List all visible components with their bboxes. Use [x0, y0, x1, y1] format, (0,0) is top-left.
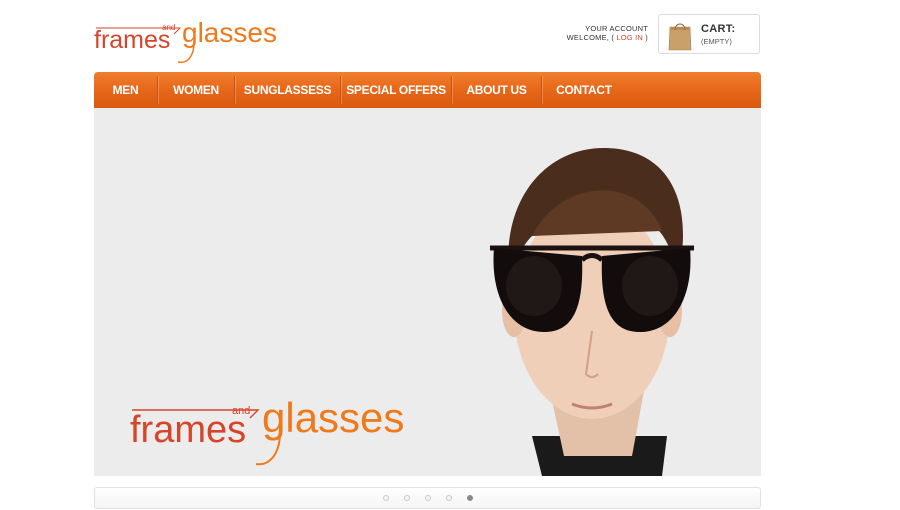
- slide-dot-2[interactable]: [404, 495, 410, 501]
- welcome-text: WELCOME, (: [566, 33, 615, 42]
- welcome-close: ): [645, 33, 648, 42]
- cart-title: CART:: [701, 23, 736, 35]
- banner-logo-word-glasses: glasses: [262, 394, 404, 441]
- banner-logo-word-frames: frames: [130, 409, 246, 451]
- banner-logo-word-and: and: [232, 405, 250, 417]
- main-nav: MEN WOMEN SUNGLASSESS SPECIAL OFFERS ABO…: [94, 72, 761, 108]
- slide-dot-5[interactable]: [467, 495, 473, 501]
- model-sunglasses-image: [472, 136, 712, 476]
- nav-item-men[interactable]: MEN: [94, 72, 157, 108]
- cart-status: (EMPTY): [701, 37, 732, 46]
- nav-item-sunglasses[interactable]: SUNGLASSESS: [235, 72, 340, 108]
- account-label: YOUR ACCOUNT: [585, 24, 648, 33]
- site-logo[interactable]: frames and glasses: [94, 14, 294, 66]
- nav-item-special-offers[interactable]: SPECIAL OFFERS: [341, 72, 451, 108]
- welcome-line: WELCOME, ( LOG IN ): [567, 33, 648, 42]
- logo-word-glasses: glasses: [182, 17, 277, 48]
- slider-pager: [94, 487, 761, 509]
- banner-logo: frames and glasses: [130, 394, 430, 468]
- login-link[interactable]: LOG IN: [616, 33, 643, 42]
- cart-widget[interactable]: CART: (EMPTY): [658, 14, 760, 54]
- slide-dot-4[interactable]: [446, 495, 452, 501]
- hero-banner[interactable]: frames and glasses: [94, 108, 761, 476]
- slide-dot-1[interactable]: [383, 495, 389, 501]
- nav-item-contact[interactable]: CONTACT: [542, 72, 626, 108]
- logo-word-frames: frames: [94, 26, 170, 54]
- shopping-bag-icon: [667, 19, 693, 51]
- nav-item-women[interactable]: WOMEN: [158, 72, 234, 108]
- slide-dot-3[interactable]: [425, 495, 431, 501]
- account-info: YOUR ACCOUNT WELCOME, ( LOG IN ): [567, 24, 648, 42]
- nav-item-about-us[interactable]: ABOUT US: [452, 72, 541, 108]
